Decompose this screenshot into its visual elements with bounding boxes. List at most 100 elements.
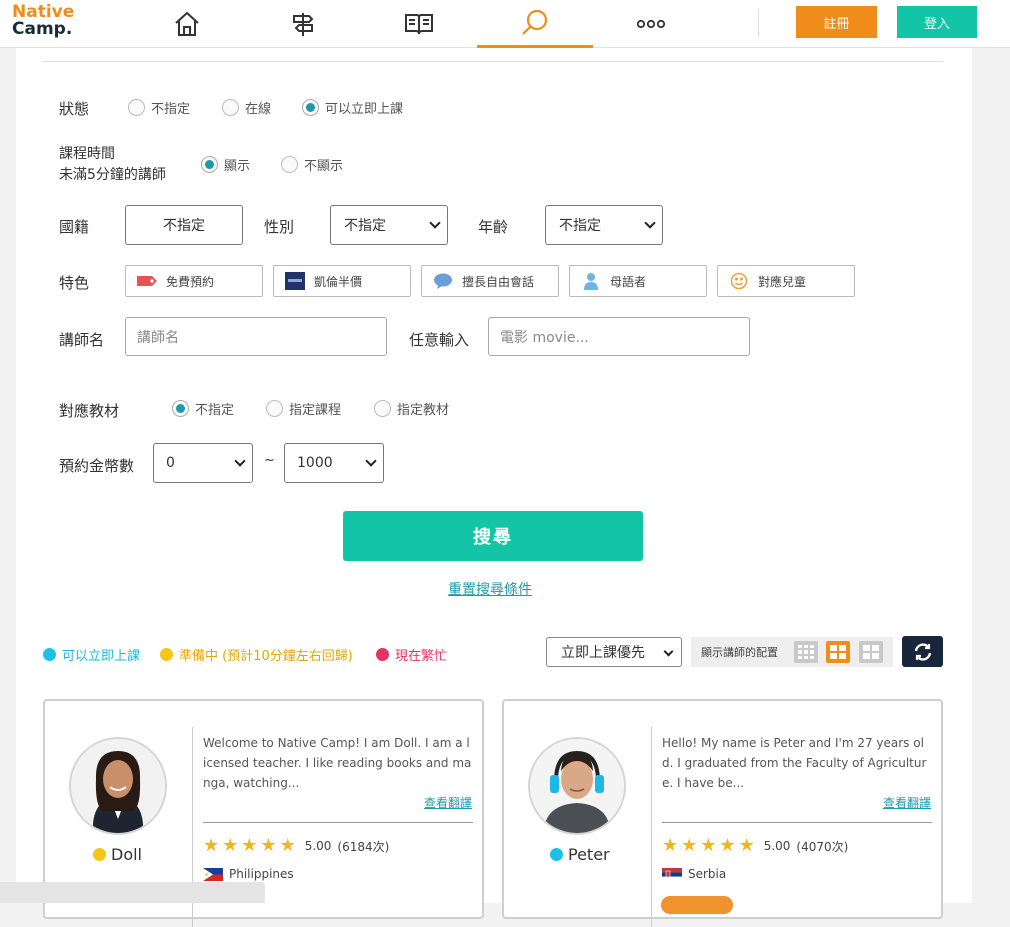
home-icon bbox=[175, 11, 199, 36]
status-dot bbox=[43, 648, 56, 661]
chevron-down-icon bbox=[234, 455, 246, 467]
native-camp-logo[interactable]: Native Camp. bbox=[12, 4, 74, 38]
radio-label: 可以立即上課 bbox=[325, 102, 404, 117]
teacher-bio: Welcome to Native Camp! I am Doll. I am … bbox=[203, 736, 472, 790]
teacher-name-input[interactable]: 講師名 bbox=[125, 317, 387, 356]
smiley-icon bbox=[728, 272, 750, 290]
teacher-name: Peter bbox=[550, 845, 610, 864]
teacher-avatar bbox=[69, 737, 167, 835]
panel-divider bbox=[42, 61, 943, 62]
gender-select-value: 不指定 bbox=[344, 218, 386, 234]
gender-select[interactable]: 不指定 bbox=[330, 205, 448, 245]
star-icon: ★ bbox=[738, 835, 755, 856]
free-keyword-input[interactable]: 電影 movie... bbox=[488, 317, 750, 356]
legend-label: 可以立即上課 bbox=[62, 649, 141, 664]
lesson-time-option-hide[interactable]: 不顯示 bbox=[281, 155, 343, 174]
coins-min-select[interactable]: 0 bbox=[153, 443, 253, 483]
search-button[interactable]: 搜尋 bbox=[343, 511, 643, 561]
star-icon: ★ bbox=[279, 835, 296, 856]
chat-bubble-icon bbox=[432, 272, 454, 290]
radio-circle bbox=[374, 400, 391, 417]
nationality-select[interactable]: 不指定 bbox=[125, 205, 243, 245]
nav-search[interactable] bbox=[477, 0, 593, 48]
country-name: Philippines bbox=[229, 867, 294, 881]
status-dot bbox=[93, 848, 106, 861]
feature-karen-half-price[interactable]: 凱倫半價 bbox=[273, 265, 411, 297]
coins-max-select[interactable]: 1000 bbox=[284, 443, 384, 483]
grid-large-layout-icon[interactable] bbox=[859, 641, 883, 663]
nav-home[interactable] bbox=[129, 0, 245, 48]
radio-circle bbox=[281, 156, 298, 173]
material-option-course[interactable]: 指定課程 bbox=[266, 399, 341, 418]
teacher-country: Serbia bbox=[662, 867, 726, 881]
feature-free-reservation[interactable]: 免費預約 bbox=[125, 265, 263, 297]
layout-switcher: 顯示講師的配置 bbox=[691, 637, 893, 667]
feature-label: 凱倫半價 bbox=[314, 274, 363, 289]
translate-link[interactable]: 查看翻譯 bbox=[424, 794, 472, 811]
teacher-avatar bbox=[528, 737, 626, 835]
feature-native-speaker[interactable]: 母語者 bbox=[569, 265, 707, 297]
teacher-name-text: Doll bbox=[111, 845, 142, 864]
star-icon: ★ bbox=[241, 835, 258, 856]
rating-value: 5.00 bbox=[763, 839, 791, 853]
feature-free-conversation[interactable]: 擅長自由會話 bbox=[421, 265, 559, 297]
more-icon bbox=[636, 19, 666, 29]
login-button[interactable]: 登入 bbox=[897, 6, 977, 38]
status-option-unspecified[interactable]: 不指定 bbox=[128, 98, 190, 117]
teacher-card-peter[interactable]: Peter Hello! My name is Peter and I'm 27… bbox=[502, 699, 943, 927]
coins-label: 預約金幣數 bbox=[59, 457, 135, 475]
coins-max-value: 1000 bbox=[297, 455, 333, 471]
refresh-button[interactable] bbox=[902, 636, 943, 667]
gender-label: 性別 bbox=[264, 218, 295, 236]
radio-circle bbox=[222, 99, 239, 116]
register-button[interactable]: 註冊 bbox=[796, 6, 877, 38]
bottom-overlay-bar bbox=[0, 882, 265, 903]
star-icon: ★ bbox=[662, 835, 679, 856]
page-scroll-gutter bbox=[972, 48, 1010, 903]
lesson-time-option-show[interactable]: 顯示 bbox=[201, 155, 250, 174]
coins-range-separator: ~ bbox=[264, 453, 275, 468]
sort-order-select[interactable]: 立即上課優先 bbox=[546, 637, 682, 667]
radio-label: 不指定 bbox=[195, 403, 235, 418]
teacher-rating: ★ ★ ★ ★ ★ 5.00 (4070次) bbox=[662, 837, 848, 855]
person-icon bbox=[580, 272, 602, 290]
feature-children[interactable]: 對應兒童 bbox=[717, 265, 855, 297]
nav-more[interactable] bbox=[593, 0, 709, 48]
signpost-icon bbox=[293, 13, 314, 36]
legend-label: 現在繁忙 bbox=[395, 649, 448, 664]
card-hr bbox=[203, 822, 473, 823]
header-divider bbox=[758, 9, 759, 37]
card-hr bbox=[662, 822, 932, 823]
radio-circle bbox=[128, 99, 145, 116]
nav-materials[interactable] bbox=[361, 0, 477, 48]
material-option-unspecified[interactable]: 不指定 bbox=[172, 399, 234, 418]
chevron-down-icon bbox=[365, 455, 377, 467]
coins-min-value: 0 bbox=[166, 455, 175, 471]
status-dot bbox=[376, 648, 389, 661]
nav-course[interactable] bbox=[245, 0, 361, 48]
material-option-textbook[interactable]: 指定教材 bbox=[374, 399, 449, 418]
feature-label: 對應兒童 bbox=[758, 274, 807, 289]
radio-label: 不顯示 bbox=[304, 159, 344, 174]
grid-2col-layout-icon[interactable] bbox=[826, 641, 850, 663]
reset-search-link[interactable]: 重置搜尋條件 bbox=[448, 579, 532, 599]
layout-label: 顯示講師的配置 bbox=[701, 646, 778, 659]
status-label: 狀態 bbox=[59, 100, 90, 118]
status-option-online[interactable]: 在線 bbox=[222, 98, 271, 117]
chevron-down-icon bbox=[429, 217, 441, 229]
teacher-name: Doll bbox=[93, 845, 142, 864]
status-dot bbox=[160, 648, 173, 661]
lesson-count: (6184次) bbox=[337, 839, 390, 854]
top-navigation-bar: Native Camp. 註冊 登入 bbox=[0, 0, 1010, 48]
lesson-time-label-line2: 未滿5分鐘的講師 bbox=[59, 167, 166, 183]
status-option-available-now[interactable]: 可以立即上課 bbox=[302, 98, 403, 117]
nationality-label: 國籍 bbox=[59, 218, 90, 236]
age-select[interactable]: 不指定 bbox=[545, 205, 663, 245]
list-layout-icon[interactable] bbox=[794, 641, 818, 663]
book-icon bbox=[405, 14, 433, 35]
star-icon: ★ bbox=[222, 835, 239, 856]
feature-label: 擅長自由會話 bbox=[462, 274, 535, 289]
radio-label: 在線 bbox=[245, 102, 272, 117]
translate-link[interactable]: 查看翻譯 bbox=[883, 794, 931, 811]
chevron-down-icon bbox=[644, 217, 656, 229]
